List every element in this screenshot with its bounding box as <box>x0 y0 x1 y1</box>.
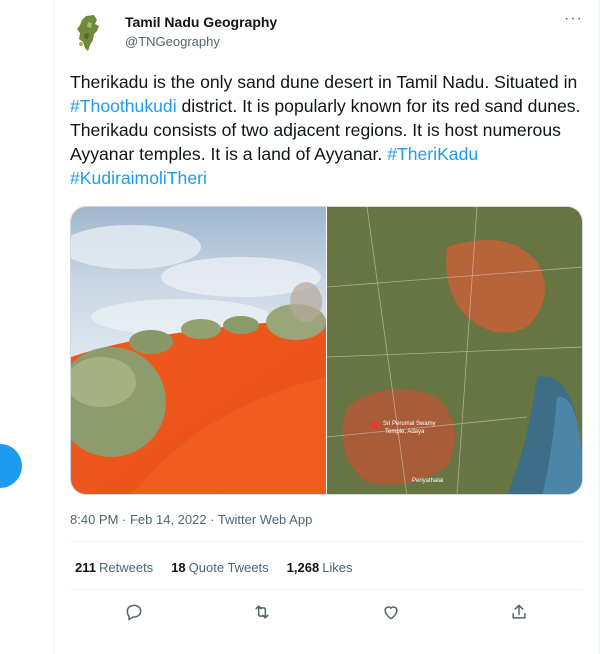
map-label: Temple, Adaya <box>385 429 425 435</box>
divider <box>70 541 583 542</box>
divider <box>70 589 583 590</box>
share-icon <box>512 604 526 619</box>
quotes-label: Quote Tweets <box>188 560 269 575</box>
sand-dune-photo[interactable] <box>71 207 326 494</box>
retweet-button[interactable] <box>244 594 280 630</box>
left-nav-strip <box>0 0 50 654</box>
sand-dune-image <box>71 207 326 494</box>
hashtag-therikadu[interactable]: #TheriKadu <box>387 144 478 164</box>
tweet-timestamp[interactable]: 8:40 PM · Feb 14, 2022 · Twitter Web App <box>70 512 312 527</box>
map-label: Periyathalai <box>412 478 443 484</box>
quote-tweets-stat[interactable]: 18 Quote Tweets <box>171 560 268 575</box>
map-label: Sri Perumal Swamy <box>383 421 436 427</box>
tweet-actions <box>70 594 583 630</box>
hashtag-kudiraimolitheri[interactable]: #KudiraimoliTheri <box>70 168 207 188</box>
author-handle[interactable]: @TNGeography <box>125 34 220 49</box>
like-button[interactable] <box>373 594 409 630</box>
more-icon[interactable]: ··· <box>564 11 583 27</box>
reply-icon <box>126 604 142 621</box>
tweet-text: Therikadu is the only sand dune desert i… <box>70 70 590 190</box>
likes-label: Likes <box>322 560 353 575</box>
tweet-stats: 211 Retweets 18 Quote Tweets 1,268 Likes <box>75 560 353 575</box>
satellite-map-image: Sri Perumal Swamy Temple, Adaya Periyath… <box>327 207 582 494</box>
retweets-stat[interactable]: 211 Retweets <box>75 560 153 575</box>
retweet-icon <box>255 605 269 619</box>
like-icon <box>384 606 398 620</box>
tweet-header: Tamil Nadu Geography @TNGeography ··· <box>70 11 583 60</box>
reply-button[interactable] <box>116 594 152 630</box>
text-segment: Therikadu is the only sand dune desert i… <box>70 72 578 92</box>
likes-stat[interactable]: 1,268 Likes <box>287 560 353 575</box>
author-name[interactable]: Tamil Nadu Geography <box>125 14 277 30</box>
tweet-detail: Tamil Nadu Geography @TNGeography ··· Th… <box>53 0 600 654</box>
hashtag-thoothukudi[interactable]: #Thoothukudi <box>70 96 177 116</box>
avatar[interactable] <box>70 12 112 54</box>
retweets-count: 211 <box>75 560 96 575</box>
tamil-nadu-map-icon <box>77 15 99 51</box>
location-pin-icon <box>371 421 379 429</box>
compose-button[interactable] <box>0 444 22 488</box>
likes-count: 1,268 <box>286 560 320 575</box>
satellite-map-photo[interactable]: Sri Perumal Swamy Temple, Adaya Periyath… <box>327 207 582 494</box>
share-button[interactable] <box>501 594 537 630</box>
quotes-count: 18 <box>171 560 186 575</box>
media-grid: Sri Perumal Swamy Temple, Adaya Periyath… <box>70 206 583 495</box>
retweets-label: Retweets <box>98 560 154 575</box>
